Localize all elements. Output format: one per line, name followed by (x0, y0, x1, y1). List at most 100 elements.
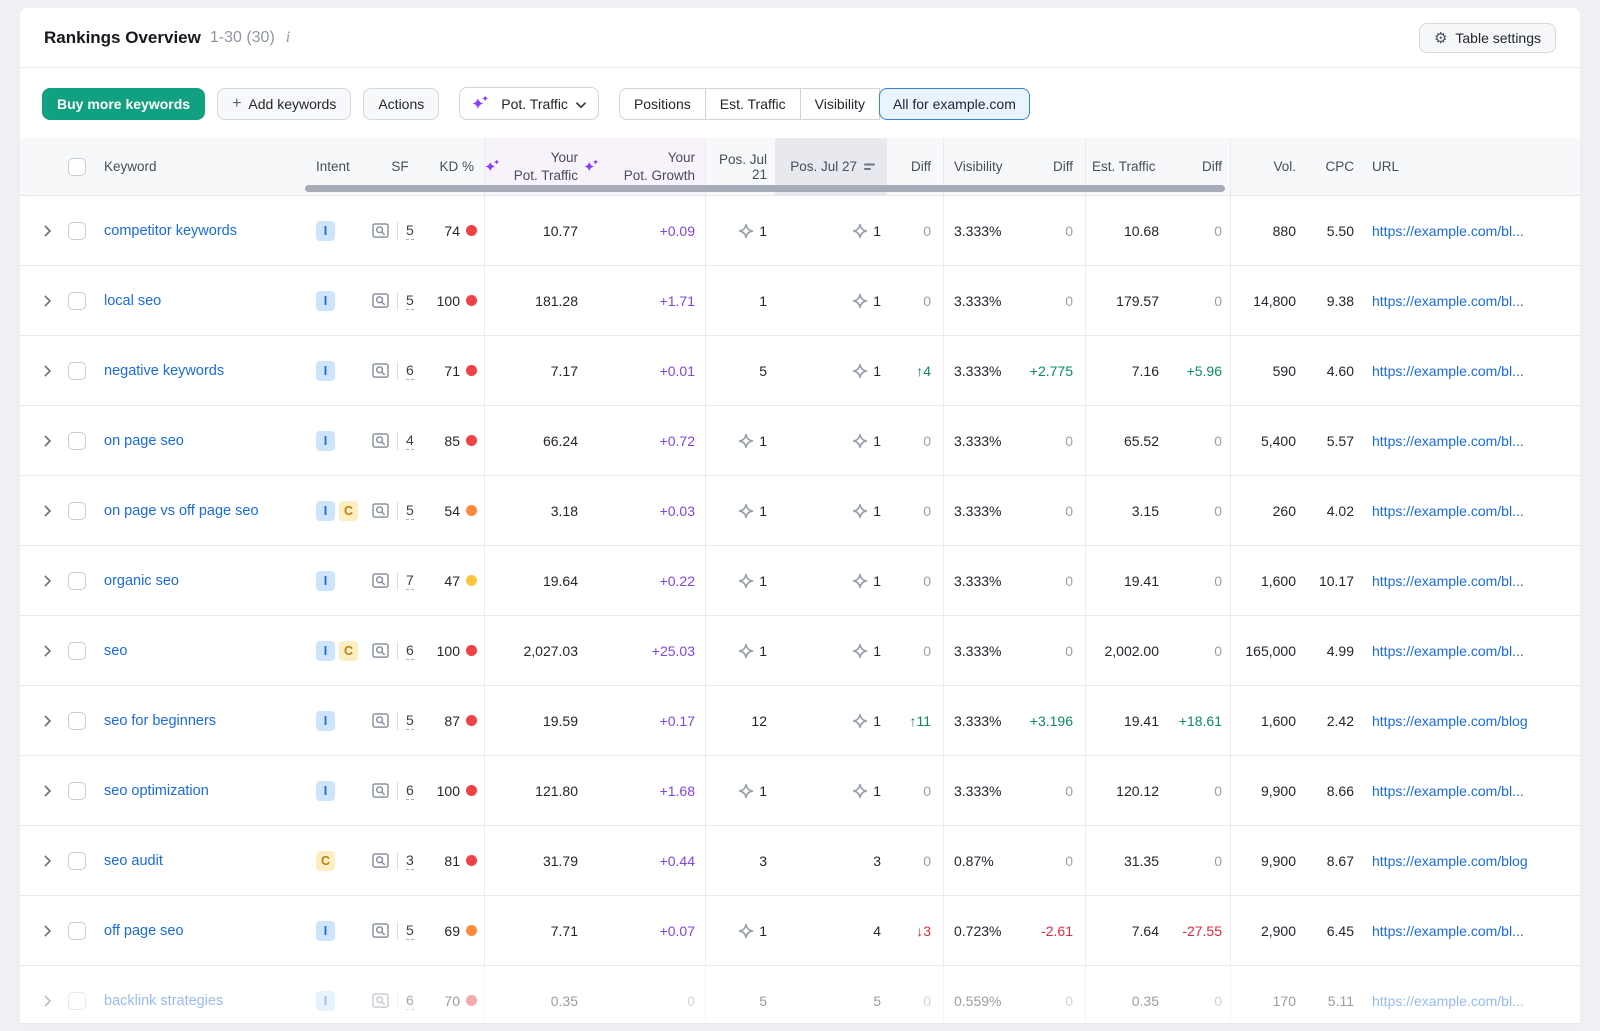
column-header-volume[interactable]: Vol. (1230, 138, 1300, 195)
serp-features-icon[interactable] (372, 363, 389, 378)
tab-visibility[interactable]: Visibility (800, 88, 880, 120)
add-keywords-button[interactable]: + Add keywords (217, 88, 351, 120)
sf-count[interactable]: 6 (406, 782, 414, 800)
est-traffic-diff-value: 0 (1167, 546, 1230, 615)
column-header-cpc[interactable]: CPC (1300, 138, 1358, 195)
info-icon[interactable]: i (284, 29, 292, 47)
table-settings-button[interactable]: ⚙ Table settings (1419, 23, 1556, 53)
keyword-link[interactable]: off page seo (104, 923, 184, 939)
serp-features-icon[interactable] (372, 573, 389, 588)
row-checkbox[interactable] (68, 712, 86, 730)
expand-row-icon[interactable] (44, 505, 52, 517)
expand-row-icon[interactable] (44, 295, 52, 307)
buy-more-keywords-button[interactable]: Buy more keywords (42, 88, 205, 120)
serp-features-icon[interactable] (372, 923, 389, 938)
sf-count[interactable]: 7 (406, 572, 414, 590)
pos-jul21-value: 1 (705, 196, 775, 265)
tab-est-traffic[interactable]: Est. Traffic (705, 88, 801, 120)
url-link[interactable]: https://example.com/bl... (1372, 293, 1576, 309)
url-link[interactable]: https://example.com/blog (1372, 713, 1576, 729)
diff-zero: 0 (923, 643, 931, 659)
expand-row-icon[interactable] (44, 715, 52, 727)
keyword-link[interactable]: backlink strategies (104, 993, 223, 1009)
keyword-link[interactable]: seo for beginners (104, 713, 216, 729)
sf-count[interactable]: 4 (406, 432, 414, 450)
visibility-value: 0.87% (943, 826, 1019, 895)
sf-count[interactable]: 5 (406, 502, 414, 520)
serp-features-icon[interactable] (372, 433, 389, 448)
expand-row-icon[interactable] (44, 995, 52, 1007)
column-header-keyword[interactable]: Keyword (96, 138, 308, 195)
est-traffic-diff-value: +18.61 (1167, 686, 1230, 755)
expand-row-icon[interactable] (44, 855, 52, 867)
keyword-link[interactable]: on page seo (104, 433, 184, 449)
sf-count[interactable]: 6 (406, 362, 414, 380)
sf-count[interactable]: 3 (406, 852, 414, 870)
keyword-link[interactable]: seo optimization (104, 783, 209, 799)
serp-features-icon[interactable] (372, 223, 389, 238)
table-body: competitor keywords I 5 74 10.77 +0.09 1… (20, 196, 1580, 1023)
expand-row-icon[interactable] (44, 785, 52, 797)
actions-button[interactable]: Actions (363, 88, 439, 120)
url-link[interactable]: https://example.com/bl... (1372, 573, 1576, 589)
url-link[interactable]: https://example.com/bl... (1372, 223, 1576, 239)
sf-count[interactable]: 6 (406, 992, 414, 1010)
row-checkbox[interactable] (68, 852, 86, 870)
row-checkbox[interactable] (68, 572, 86, 590)
url-link[interactable]: https://example.com/bl... (1372, 363, 1576, 379)
expand-row-icon[interactable] (44, 645, 52, 657)
expand-row-icon[interactable] (44, 365, 52, 377)
pos-jul21-value: 1 (705, 896, 775, 965)
sf-count[interactable]: 5 (406, 712, 414, 730)
row-checkbox[interactable] (68, 502, 86, 520)
keyword-link[interactable]: on page vs off page seo (104, 503, 259, 519)
serp-features-icon[interactable] (372, 853, 389, 868)
keyword-link[interactable]: local seo (104, 293, 161, 309)
keyword-link[interactable]: negative keywords (104, 363, 224, 379)
keyword-link[interactable]: organic seo (104, 573, 179, 589)
url-link[interactable]: https://example.com/bl... (1372, 923, 1576, 939)
serp-features-icon[interactable] (372, 503, 389, 518)
row-checkbox[interactable] (68, 992, 86, 1010)
row-checkbox[interactable] (68, 222, 86, 240)
row-checkbox[interactable] (68, 432, 86, 450)
serp-feature-position-icon (738, 923, 754, 939)
row-checkbox[interactable] (68, 362, 86, 380)
select-all-checkbox[interactable] (68, 158, 86, 176)
pos-jul21-value: 5 (705, 966, 775, 1023)
row-checkbox[interactable] (68, 922, 86, 940)
pot-growth-number: +0.22 (660, 573, 695, 589)
column-header-url[interactable]: URL (1358, 138, 1580, 195)
url-link[interactable]: https://example.com/blog (1372, 853, 1576, 869)
tab-positions[interactable]: Positions (619, 88, 706, 120)
row-checkbox[interactable] (68, 292, 86, 310)
serp-features-icon[interactable] (372, 783, 389, 798)
url-link[interactable]: https://example.com/bl... (1372, 783, 1576, 799)
serp-features-icon[interactable] (372, 293, 389, 308)
serp-features-icon[interactable] (372, 993, 389, 1008)
keyword-link[interactable]: seo (104, 643, 127, 659)
row-checkbox[interactable] (68, 782, 86, 800)
url-link[interactable]: https://example.com/bl... (1372, 433, 1576, 449)
metric-dropdown[interactable]: Pot. Traffic (459, 87, 599, 120)
sf-count[interactable]: 5 (406, 922, 414, 940)
keyword-link[interactable]: competitor keywords (104, 223, 237, 239)
horizontal-scrollbar[interactable] (305, 185, 1225, 192)
url-link[interactable]: https://example.com/bl... (1372, 643, 1576, 659)
url-link[interactable]: https://example.com/bl... (1372, 993, 1576, 1009)
expand-row-icon[interactable] (44, 225, 52, 237)
pot-traffic-header-line1: Your (551, 150, 578, 165)
expand-row-icon[interactable] (44, 435, 52, 447)
expand-row-icon[interactable] (44, 575, 52, 587)
sf-count[interactable]: 5 (406, 292, 414, 310)
expand-row-icon[interactable] (44, 925, 52, 937)
url-link[interactable]: https://example.com/bl... (1372, 503, 1576, 519)
tab-all-for-domain[interactable]: All for example.com (879, 88, 1030, 120)
row-checkbox[interactable] (68, 642, 86, 660)
serp-features-icon[interactable] (372, 643, 389, 658)
serp-features-icon[interactable] (372, 713, 389, 728)
diff-down: -27.55 (1182, 923, 1222, 939)
sf-count[interactable]: 5 (406, 222, 414, 240)
keyword-link[interactable]: seo audit (104, 853, 163, 869)
sf-count[interactable]: 6 (406, 642, 414, 660)
